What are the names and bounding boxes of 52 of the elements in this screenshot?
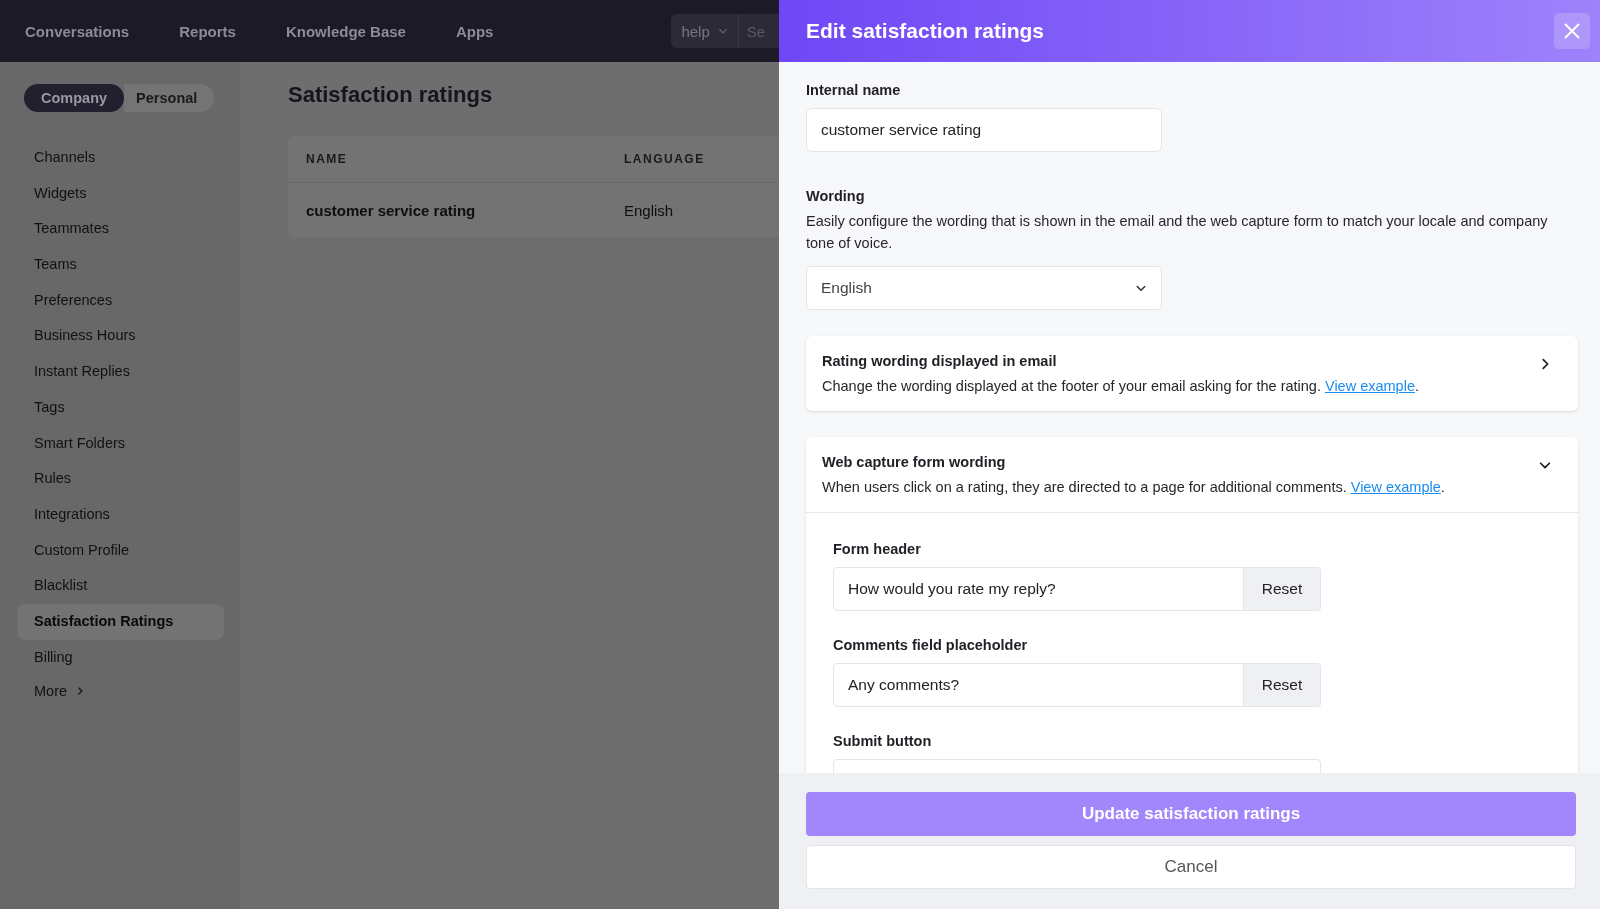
- table-cell-text: English: [624, 201, 675, 219]
- sidebar-item[interactable]: Integrations: [17, 496, 224, 533]
- scope-toggle-option[interactable]: Personal: [124, 84, 215, 112]
- sidebar-item[interactable]: Custom Profile: [17, 532, 224, 569]
- sidebar-item[interactable]: Blacklist: [17, 568, 224, 604]
- nav-link[interactable]: Reports: [179, 22, 236, 40]
- reset-button[interactable]: Reset: [1244, 663, 1321, 707]
- internal-name-field[interactable]: customer service rating: [806, 108, 1162, 152]
- sidebar-item[interactable]: Smart Folders: [17, 425, 224, 462]
- sidebar-item[interactable]: Teammates: [17, 211, 224, 248]
- section-description: Change the wording displayed at the footer of your email asking for the rating. View example.: [822, 378, 1419, 394]
- field-label: Internal name: [806, 82, 902, 98]
- sidebar-item[interactable]: Billing: [17, 639, 224, 676]
- table-cell-text: customer service rating: [306, 201, 477, 219]
- column-header: NAME: [306, 152, 349, 166]
- drawer-title: Edit satisfaction ratings: [806, 19, 1045, 43]
- scope-toggle-option[interactable]: Company: [24, 84, 125, 112]
- view-example-link[interactable]: View example: [1350, 479, 1441, 495]
- section-description: When users click on a rating, they are directed to a page for additional comments. View example.: [822, 479, 1445, 495]
- field-label: Comments field placeholder: [833, 637, 1029, 653]
- close-icon: [1563, 22, 1581, 40]
- wording-description: Easily configure the wording that is shown in the email and the web capture form to match your locale and company tone of voice.: [806, 212, 1549, 253]
- nav-link[interactable]: Conversations: [25, 22, 130, 40]
- mailbox-dropdown[interactable]: help: [671, 14, 738, 48]
- nav-link[interactable]: Apps: [455, 22, 494, 40]
- sidebar-item[interactable]: Tags: [17, 389, 224, 426]
- field-label: Wording: [806, 188, 866, 204]
- sidebar-item[interactable]: Channels: [17, 140, 224, 176]
- sidebar-item[interactable]: Instant Replies: [17, 354, 224, 390]
- nav-link[interactable]: Knowledge Base: [285, 22, 406, 40]
- sidebar-item[interactable]: Preferences: [17, 282, 224, 319]
- more-link[interactable]: More: [34, 683, 68, 700]
- sidebar-item[interactable]: Satisfaction Ratings: [17, 603, 224, 640]
- view-example-link[interactable]: View example: [1324, 378, 1415, 394]
- column-header: LANGUAGE: [624, 152, 706, 166]
- update-button[interactable]: Update satisfaction ratings: [806, 792, 1576, 836]
- field-label: Submit button: [833, 733, 933, 749]
- sidebar-item[interactable]: Widgets: [17, 175, 224, 212]
- caret-icon: [717, 26, 728, 36]
- sidebar-item[interactable]: Teams: [17, 247, 224, 283]
- text-field[interactable]: How would you rate my reply?: [833, 567, 1244, 611]
- sidebar-item[interactable]: Business Hours: [17, 318, 224, 355]
- field-label: Form header: [833, 541, 922, 557]
- language-dropdown[interactable]: English: [806, 266, 1162, 310]
- sidebar-item[interactable]: Rules: [17, 461, 224, 497]
- reset-button[interactable]: Reset: [1244, 567, 1321, 611]
- close-button[interactable]: [1554, 13, 1590, 49]
- section-title: Rating wording displayed in email: [822, 353, 1058, 369]
- text-field[interactable]: Any comments?: [833, 663, 1244, 707]
- page-title: Satisfaction ratings: [288, 82, 494, 108]
- section-title: Web capture form wording: [822, 454, 1007, 470]
- cancel-button[interactable]: Cancel: [806, 845, 1576, 889]
